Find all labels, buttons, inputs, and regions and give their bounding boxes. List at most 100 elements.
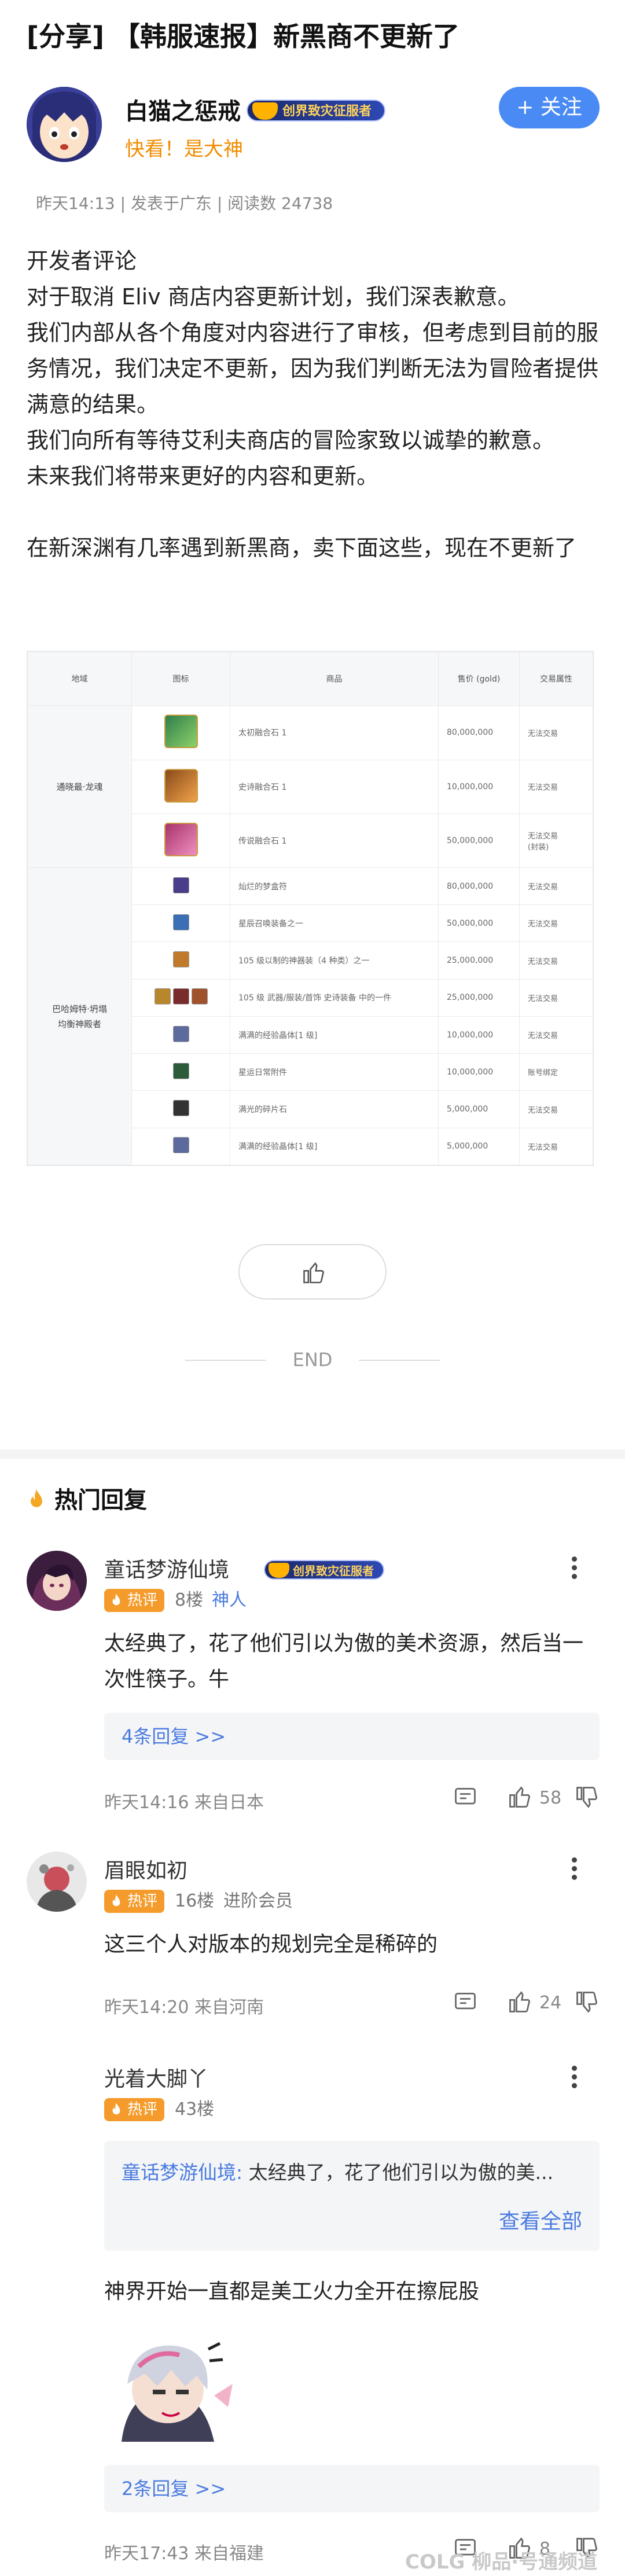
item-price: 10,000,000 <box>438 759 520 814</box>
col-header: 交易属性 <box>519 651 593 706</box>
like-count: 24 <box>539 1993 562 2013</box>
item-price: 80,000,000 <box>438 705 520 760</box>
paragraph: 我们向所有等待艾利夫商店的冒险家致以诚挚的歉意。 <box>27 428 555 453</box>
thumbs-up-icon[interactable] <box>507 1989 532 2015</box>
item-trade: 无法交易 <box>519 1090 593 1128</box>
item-icon <box>172 1062 189 1079</box>
commenter-name[interactable]: 眉眼如初 <box>104 1854 188 1884</box>
comment-text: 神界开始一直都是美工火力全开在擦屁股 <box>104 2280 480 2303</box>
commenter-title-badge: 创界致灾征服者 <box>264 1560 384 1580</box>
item-price: 80,000,000 <box>438 867 520 906</box>
thumbs-down-icon[interactable] <box>574 1989 600 2015</box>
item-trade: 账号绑定 <box>519 1053 593 1091</box>
item-name: 105 级以制的神器装（4 种类）之一 <box>230 941 439 980</box>
fire-icon <box>112 1894 120 1907</box>
quote-body: 太经典了，花了他们引以为傲的美... <box>242 2161 554 2184</box>
author-name[interactable]: 白猫之惩戒 <box>125 93 241 126</box>
col-header: 地域 <box>27 651 132 706</box>
section-separator <box>0 1449 625 1459</box>
commenter-avatar[interactable] <box>27 1852 87 1912</box>
fire-icon <box>31 1489 42 1507</box>
item-icon <box>164 822 198 856</box>
end-divider: END <box>185 1348 440 1371</box>
quoted-comment: 童话梦游仙境: 太经典了，花了他们引以为傲的美... 查看全部 <box>104 2141 600 2251</box>
floor-number: 43楼 <box>175 2099 215 2119</box>
user-role: 神人 <box>212 1590 247 1610</box>
more-options-icon[interactable] <box>571 1855 578 1884</box>
commenter-name[interactable]: 光着大脚丫 <box>104 2062 208 2092</box>
item-name: 灿烂的梦盒符 <box>230 867 439 906</box>
comment-actions: 24 <box>426 1989 600 2018</box>
thumbs-down-icon[interactable] <box>574 1784 600 1810</box>
item-name: 星辰召唤装备之一 <box>230 904 439 943</box>
item-name: 满满的经验晶体[1 级] <box>230 1015 439 1054</box>
thumbs-up-icon[interactable] <box>507 1784 532 1810</box>
item-icon <box>164 715 198 749</box>
item-name: 传说融合石 1 <box>230 813 439 869</box>
col-header: 商品 <box>230 651 439 706</box>
comment-item: 童话梦游仙境 创界致灾征服者 热评 8楼 神人 太经典了，花了他们引以为傲的美术… <box>27 1551 600 1828</box>
item-trade: 无法交易 <box>519 1015 593 1054</box>
item-icon <box>164 768 198 803</box>
item-icon <box>172 914 189 930</box>
quote-author[interactable]: 童话梦游仙境: <box>122 2161 242 2184</box>
commenter-avatar[interactable] <box>27 1551 87 1611</box>
author-title-badge: 创界致灾征服者 <box>247 100 385 122</box>
author-avatar[interactable] <box>27 87 102 162</box>
item-icon <box>191 988 208 1005</box>
comment-item: 眉眼如初 热评 16楼 进阶会员 这三个人对版本的规划完全是稀碎的 昨天14:2… <box>27 1852 600 2037</box>
item-price: 25,000,000 <box>438 978 520 1017</box>
item-name: 星运日常附件 <box>230 1053 439 1091</box>
view-replies-link[interactable]: 4条回复 >> <box>104 1713 600 1760</box>
comment-timestamp: 昨天14:16 来自日本 <box>104 1793 264 1813</box>
paragraph: 未来我们将带来更好的内容和更新。 <box>27 463 379 489</box>
region-cell: 通晓最·龙魂 <box>27 705 132 868</box>
commenter-name[interactable]: 童话梦游仙境 <box>104 1553 229 1583</box>
item-name: 满光的碎片石 <box>230 1090 439 1128</box>
more-options-icon[interactable] <box>571 2063 578 2092</box>
item-icon <box>172 877 189 893</box>
badge-text: 创界致灾征服者 <box>293 1564 374 1578</box>
paragraph: 开发者评论 <box>27 248 137 274</box>
item-trade: 无法交易 <box>519 1127 593 1166</box>
item-name: 太初融合石 1 <box>230 705 439 760</box>
post-title: [分享] 【韩服速报】新黑商不更新了 <box>27 21 460 52</box>
tag-label: 热评 <box>127 2101 158 2118</box>
item-icon <box>172 1025 189 1042</box>
thumbs-up-icon <box>303 1262 324 1283</box>
comment-timestamp: 昨天17:43 来自福建 <box>104 2544 264 2564</box>
hot-comment-tag: 热评 <box>104 1890 165 1913</box>
more-options-icon[interactable] <box>571 1554 578 1583</box>
like-count: 58 <box>539 1788 562 1808</box>
floor-number: 16楼 <box>175 1891 215 1911</box>
post-body: 开发者评论 对于取消 Eliv 商店内容更新计划，我们深表歉意。 我们内部从各个… <box>27 243 600 566</box>
item-trade: 无法交易 <box>519 904 593 943</box>
view-all-link[interactable]: 查看全部 <box>499 2205 582 2235</box>
paragraph: 我们内部从各个角度对内容进行了审核，但考虑到目前的服务情况，我们决定不更新，因为… <box>27 320 599 417</box>
col-header: 图标 <box>131 651 230 706</box>
view-replies-link[interactable]: 2条回复 >> <box>104 2465 600 2512</box>
shield-icon <box>269 1563 289 1578</box>
hot-comment-tag: 热评 <box>104 2098 165 2121</box>
like-button[interactable] <box>238 1244 387 1300</box>
sticker-image[interactable] <box>104 2326 237 2453</box>
item-price: 50,000,000 <box>438 813 520 869</box>
item-icon <box>172 988 189 1005</box>
reply-icon[interactable] <box>453 1784 478 1810</box>
fire-icon <box>112 1594 120 1606</box>
region-cell: 巴哈姆特·坍塌 均衡神殿者 <box>27 867 132 1165</box>
item-icon <box>154 988 171 1005</box>
watermark: COLG 柳品·号通频道 <box>405 2551 598 2574</box>
follow-button[interactable]: + 关注 <box>499 87 600 128</box>
quote-text: 童话梦游仙境: 太经典了，花了他们引以为傲的美... <box>122 2157 584 2185</box>
shield-icon <box>252 102 278 120</box>
reply-icon[interactable] <box>453 1989 478 2015</box>
floor-number: 8楼 <box>175 1590 204 1610</box>
comment-actions: 58 <box>426 1784 600 1813</box>
fire-icon <box>112 2103 120 2115</box>
shop-items-table[interactable]: 地域 图标 商品 售价 (gold) 交易属性 通晓最·龙魂 太初融合石 1 8… <box>27 651 594 1166</box>
item-icon <box>172 1137 189 1154</box>
item-icon <box>172 1100 189 1117</box>
author-block: 白猫之惩戒 创界致灾征服者 快看！是大神 + 关注 <box>27 87 600 168</box>
author-subtitle: 快看！是大神 <box>125 138 243 161</box>
